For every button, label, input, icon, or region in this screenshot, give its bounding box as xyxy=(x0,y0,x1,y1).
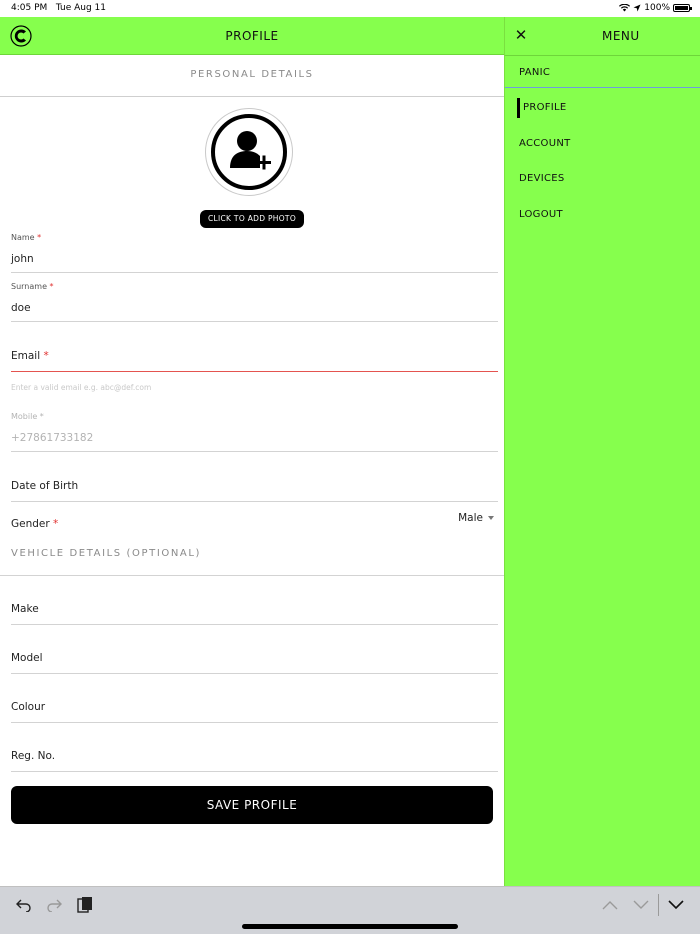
active-indicator xyxy=(517,98,520,118)
email-hint: Enter a valid email e.g. abc@def.com xyxy=(11,383,152,392)
redo-icon[interactable] xyxy=(44,895,64,915)
field-underline xyxy=(11,272,498,273)
name-field[interactable]: Name * john xyxy=(11,233,498,273)
menu-title: MENU xyxy=(602,29,640,43)
required-mark: * xyxy=(37,233,42,242)
field-underline xyxy=(11,771,498,772)
email-field[interactable]: Email * xyxy=(11,350,498,372)
profile-photo[interactable] xyxy=(205,108,293,196)
field-underline xyxy=(11,501,498,502)
vehicle-details-title: VEHICLE DETAILS (OPTIONAL) xyxy=(11,548,202,559)
required-mark: * xyxy=(49,282,54,291)
close-icon[interactable]: ✕ xyxy=(513,27,529,43)
make-field[interactable]: Make xyxy=(11,603,498,625)
model-label: Model xyxy=(11,652,43,664)
model-field[interactable]: Model xyxy=(11,652,498,674)
side-menu: ✕ MENU PANIC PROFILE ACCOUNT DEVICES LOG… xyxy=(504,17,700,886)
battery-percent: 100% xyxy=(644,3,670,13)
make-label: Make xyxy=(11,603,39,615)
field-underline xyxy=(11,321,498,322)
reg-label: Reg. No. xyxy=(11,750,56,762)
gender-select[interactable]: Gender * Male xyxy=(11,512,498,531)
undo-icon[interactable] xyxy=(14,895,34,915)
dob-field[interactable]: Date of Birth xyxy=(11,480,498,502)
required-mark: * xyxy=(39,412,44,421)
wifi-icon xyxy=(619,4,631,12)
page-title: PROFILE xyxy=(225,29,279,43)
status-bar: 4:05 PM Tue Aug 11 100% xyxy=(0,0,700,17)
menu-item-logout[interactable]: LOGOUT xyxy=(519,209,563,220)
email-label: Email xyxy=(11,350,41,362)
divider xyxy=(505,87,700,88)
battery-icon xyxy=(673,4,692,12)
colour-label: Colour xyxy=(11,701,46,713)
profile-header: PROFILE xyxy=(0,17,504,55)
reg-field[interactable]: Reg. No. xyxy=(11,750,498,772)
toolbar-divider xyxy=(658,894,659,916)
colour-field[interactable]: Colour xyxy=(11,701,498,723)
chevron-down-icon[interactable] xyxy=(631,895,651,915)
name-label: Name xyxy=(11,233,35,242)
add-photo-button[interactable]: CLICK TO ADD PHOTO xyxy=(200,210,304,228)
divider xyxy=(505,55,700,56)
required-mark: * xyxy=(43,350,49,362)
add-user-icon xyxy=(211,114,287,190)
gender-label: Gender xyxy=(11,518,50,530)
clipboard-icon[interactable] xyxy=(75,895,95,915)
dismiss-keyboard-icon[interactable] xyxy=(666,895,686,915)
name-value: john xyxy=(11,253,34,265)
field-underline xyxy=(11,722,498,723)
menu-item-profile[interactable]: PROFILE xyxy=(523,102,567,113)
divider xyxy=(0,96,504,97)
mobile-value: +27861733182 xyxy=(11,432,94,444)
field-underline xyxy=(11,673,498,674)
field-underline-error xyxy=(11,371,498,372)
field-underline xyxy=(11,624,498,625)
status-time: 4:05 PM Tue Aug 11 xyxy=(11,3,106,13)
chevron-up-icon[interactable] xyxy=(600,895,620,915)
chevron-down-icon xyxy=(488,516,494,520)
home-indicator[interactable] xyxy=(242,924,458,929)
personal-details-title: PERSONAL DETAILS xyxy=(190,69,314,80)
mobile-field[interactable]: Mobile * +27861733182 xyxy=(11,412,498,452)
mobile-label: Mobile xyxy=(11,412,38,421)
location-icon xyxy=(633,4,641,12)
surname-value: doe xyxy=(11,302,31,314)
menu-item-panic[interactable]: PANIC xyxy=(519,67,550,78)
status-right: 100% xyxy=(619,3,692,13)
menu-item-devices[interactable]: DEVICES xyxy=(519,173,565,184)
divider xyxy=(0,575,504,576)
gender-value: Male xyxy=(458,512,483,524)
profile-screen: PROFILE PERSONAL DETAILS CLICK TO ADD PH… xyxy=(0,17,504,886)
dob-label: Date of Birth xyxy=(11,480,79,492)
save-profile-button[interactable]: SAVE PROFILE xyxy=(11,786,493,824)
surname-field[interactable]: Surname * doe xyxy=(11,282,498,322)
menu-item-account[interactable]: ACCOUNT xyxy=(519,138,571,149)
field-underline xyxy=(11,451,498,452)
required-mark: * xyxy=(53,518,59,530)
surname-label: Surname xyxy=(11,282,47,291)
